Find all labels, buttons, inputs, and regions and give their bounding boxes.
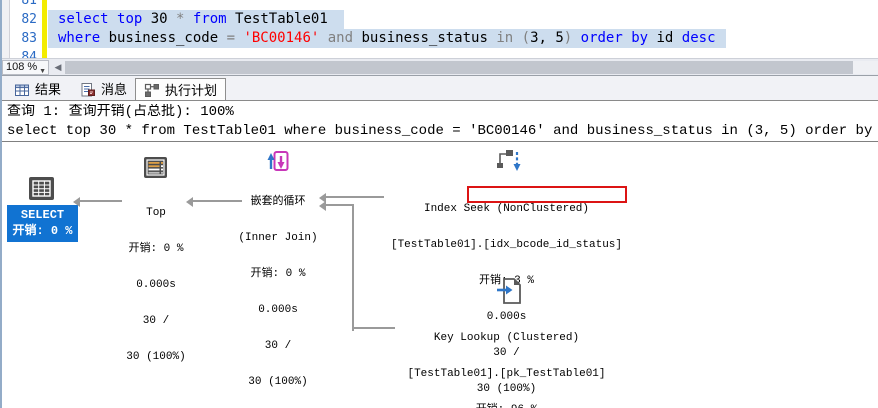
node-time: 0.000s xyxy=(213,304,343,316)
select-node-title: SELECT xyxy=(7,207,78,223)
line-number: 84 xyxy=(10,48,37,58)
node-title: Index Seek (NonClustered) xyxy=(386,203,627,215)
node-title: Key Lookup (Clustered) xyxy=(386,332,627,344)
execution-plan-pane: 查询 1: 查询开销(占总批): 100% select top 30 * fr… xyxy=(2,100,878,408)
tab-label: 消息 xyxy=(101,78,127,101)
node-subtitle: [TestTable01].[pk_TestTable01] xyxy=(386,368,627,380)
arrow-lookup-to-loops-top xyxy=(326,204,354,206)
node-rows: 30 / xyxy=(106,315,206,327)
query-statement-text: select top 30 * from TestTable01 where b… xyxy=(7,123,878,140)
tab-label: 结果 xyxy=(35,78,61,101)
sql-token: ( xyxy=(522,30,530,46)
editor-line-82: 82 select top 30 * from TestTable01 xyxy=(2,10,878,29)
messages-icon xyxy=(80,82,96,98)
sql-token: * xyxy=(176,11,193,27)
sql-token: id xyxy=(657,30,682,46)
node-subtitle: (Inner Join) xyxy=(213,232,343,244)
sql-token: where xyxy=(58,30,109,46)
zoom-level-value: 108 % xyxy=(6,61,37,73)
sql-token: 3, 5 xyxy=(530,30,564,46)
line-number: 83 xyxy=(10,29,37,48)
tab-results[interactable]: 结果 xyxy=(6,78,69,101)
sql-editor[interactable]: 81 82 select top 30 * from TestTable01 8… xyxy=(2,0,878,58)
sql-token: 'BC00146' xyxy=(243,30,327,46)
code-line[interactable]: where business_code = 'BC00146' and busi… xyxy=(58,29,716,48)
horizontal-scrollbar[interactable] xyxy=(65,61,878,74)
node-cost: 开销: 0 % xyxy=(106,243,206,255)
sql-token: from xyxy=(193,11,235,27)
node-rows: 30 / xyxy=(213,340,343,352)
index-seek-icon[interactable] xyxy=(494,145,524,182)
tab-label: 执行计划 xyxy=(165,79,217,102)
line-number: 82 xyxy=(10,10,37,29)
execution-plan-icon xyxy=(144,82,160,98)
code-line[interactable]: select top 30 * from TestTable01 xyxy=(58,10,328,29)
sql-token: in xyxy=(496,30,521,46)
tab-messages[interactable]: 消息 xyxy=(72,78,135,101)
results-grid-icon xyxy=(14,82,30,98)
node-title: Top xyxy=(106,207,206,219)
editor-line-84: 84 xyxy=(2,48,878,58)
select-node-cost: 开销: 0 % xyxy=(7,223,78,239)
node-total: 30 (100%) xyxy=(106,351,206,363)
top-operator-icon[interactable] xyxy=(143,155,168,185)
sql-token: = xyxy=(227,30,244,46)
node-cost: 开销: 0 % xyxy=(213,268,343,280)
zoom-level-combo[interactable]: 108 % ▼ xyxy=(2,60,49,75)
ssms-window: 81 82 select top 30 * from TestTable01 8… xyxy=(0,0,878,408)
node-time: 0.000s xyxy=(106,279,206,291)
sql-token: business_code xyxy=(109,30,227,46)
plan-canvas: SELECT开销: 0 % Top 开销: 0 % 0.000s 30 / 30… xyxy=(2,143,878,408)
node-subtitle: [TestTable01].[idx_bcode_id_status] xyxy=(386,239,627,251)
sql-token: top xyxy=(117,11,151,27)
editor-line-83: 83 where business_code = 'BC00146' and b… xyxy=(2,29,878,48)
sql-token: desc xyxy=(682,30,716,46)
arrow-lookup-to-loops-vertical xyxy=(352,204,354,331)
scrollbar-thumb[interactable] xyxy=(65,61,853,74)
editor-line-81: 81 xyxy=(2,0,878,10)
sql-token: TestTable01 xyxy=(235,11,328,27)
editor-bottom-bar: 108 % ▼ ◀ xyxy=(2,58,878,75)
arrow-seek-to-loops xyxy=(326,196,384,198)
sql-token: order by xyxy=(581,30,657,46)
node-total: 30 (100%) xyxy=(213,376,343,388)
line-number: 81 xyxy=(10,0,37,10)
index-highlight-box xyxy=(467,186,627,203)
key-lookup-node[interactable]: Key Lookup (Clustered) [TestTable01].[pk… xyxy=(386,308,627,408)
sql-token: business_status xyxy=(361,30,496,46)
results-tabstrip: 结果 消息 执行计划 xyxy=(2,75,878,100)
key-lookup-icon[interactable] xyxy=(495,276,523,311)
sql-token: 30 xyxy=(151,11,176,27)
scroll-left-button[interactable]: ◀ xyxy=(51,61,65,74)
select-node-highlight[interactable]: SELECT开销: 0 % xyxy=(7,205,78,242)
sql-token: and xyxy=(328,30,362,46)
top-node[interactable]: Top 开销: 0 % 0.000s 30 / 30 (100%) xyxy=(106,183,206,387)
tab-execution-plan[interactable]: 执行计划 xyxy=(135,78,226,101)
select-operator-icon[interactable] xyxy=(28,175,55,207)
divider xyxy=(2,141,878,142)
node-cost: 开销: 96 % xyxy=(386,404,627,408)
sql-token: ) xyxy=(564,30,581,46)
query-cost-header: 查询 1: 查询开销(占总批): 100% xyxy=(7,104,875,121)
sql-token: select xyxy=(58,11,117,27)
